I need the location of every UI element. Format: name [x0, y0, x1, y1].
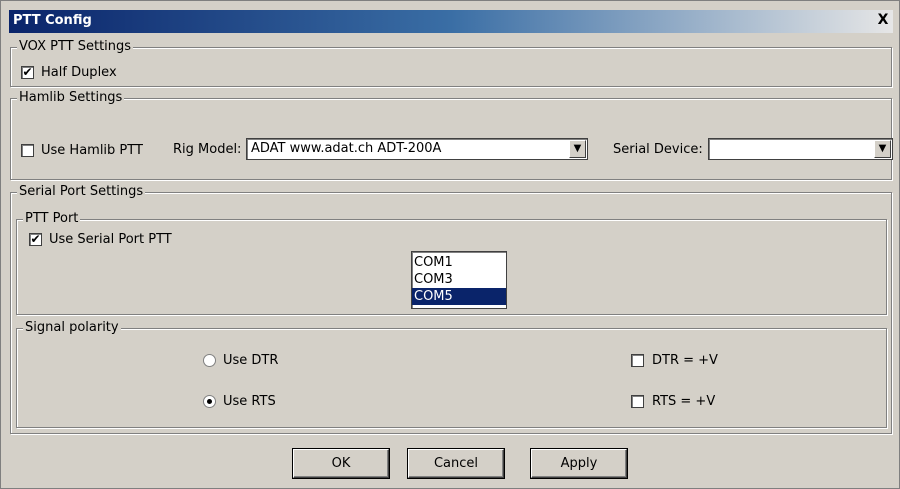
list-item[interactable]: COM3: [412, 271, 506, 288]
com-port-list[interactable]: COM1 COM3 COM5: [411, 251, 507, 309]
use-dtr-label: Use DTR: [223, 353, 279, 368]
rig-model-select[interactable]: ADAT www.adat.ch ADT-200A ▼: [246, 138, 588, 160]
window-title: PTT Config: [13, 13, 92, 28]
rig-model-label: Rig Model:: [173, 142, 242, 157]
use-rts-radio[interactable]: [203, 395, 216, 408]
cancel-button[interactable]: Cancel: [408, 449, 504, 478]
vox-ptt-group: VOX PTT Settings: [10, 39, 892, 87]
hamlib-group-label: Hamlib Settings: [17, 90, 125, 105]
list-item[interactable]: COM1: [412, 254, 506, 271]
use-hamlib-ptt-label: Use Hamlib PTT: [41, 143, 143, 158]
apply-button[interactable]: Apply: [531, 449, 627, 478]
serial-device-select[interactable]: ▼: [708, 138, 893, 160]
dtr-positive-checkbox[interactable]: [631, 354, 644, 367]
serial-port-group-label: Serial Port Settings: [17, 184, 146, 199]
use-serial-port-ptt-checkbox[interactable]: ✔: [29, 233, 42, 246]
use-rts-label: Use RTS: [223, 394, 276, 409]
chevron-down-icon[interactable]: ▼: [874, 140, 891, 158]
list-item[interactable]: COM5: [412, 288, 506, 305]
rig-model-value: ADAT www.adat.ch ADT-200A: [251, 141, 442, 156]
use-serial-port-ptt-label: Use Serial Port PTT: [49, 232, 172, 247]
signal-polarity-group: Signal polarity: [16, 320, 887, 428]
close-icon[interactable]: X: [873, 11, 893, 30]
rts-positive-label: RTS = +V: [652, 394, 716, 409]
use-hamlib-ptt-checkbox[interactable]: [21, 144, 34, 157]
dtr-positive-label: DTR = +V: [652, 353, 718, 368]
ok-button[interactable]: OK: [293, 449, 389, 478]
serial-device-label: Serial Device:: [613, 142, 703, 157]
ptt-port-group-label: PTT Port: [23, 211, 81, 226]
half-duplex-label: Half Duplex: [41, 65, 117, 80]
half-duplex-checkbox[interactable]: ✔: [21, 66, 34, 79]
use-dtr-radio[interactable]: [203, 354, 216, 367]
rts-positive-checkbox[interactable]: [631, 395, 644, 408]
radio-selected-dot: [207, 399, 212, 404]
ptt-config-window: PTT Config X VOX PTT Settings ✔ Half Dup…: [0, 0, 900, 489]
signal-polarity-group-label: Signal polarity: [23, 320, 121, 335]
title-bar[interactable]: PTT Config X: [9, 10, 893, 33]
vox-group-label: VOX PTT Settings: [17, 39, 134, 54]
chevron-down-icon[interactable]: ▼: [569, 140, 586, 158]
